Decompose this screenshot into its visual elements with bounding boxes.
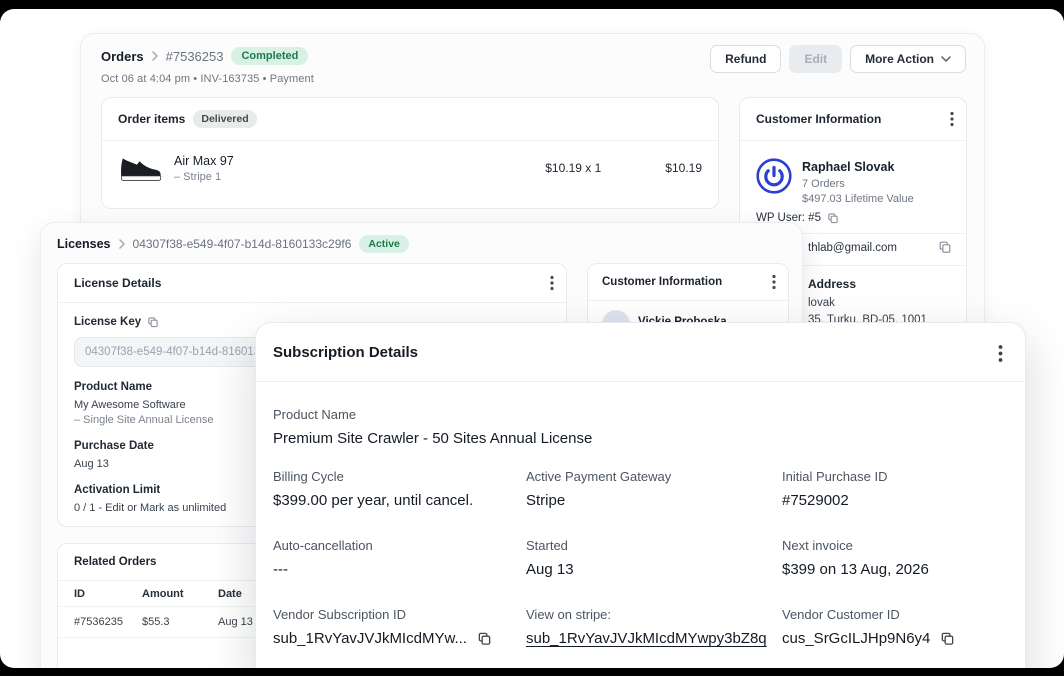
copy-icon[interactable] bbox=[827, 212, 839, 224]
breadcrumb-license-key: 04307f38-e549-4f07-b14d-8160133c29f6 bbox=[133, 237, 352, 251]
field-started: Started Aug 13 bbox=[526, 538, 782, 578]
refund-button[interactable]: Refund bbox=[710, 45, 781, 73]
subscription-header: Subscription Details bbox=[256, 323, 1025, 381]
field-vendor-customer-id: Vendor Customer ID cus_SrGcILJHp9N6y4 bbox=[782, 607, 1008, 647]
license-key-label-row: License Key bbox=[74, 316, 159, 328]
purchase-date-value: Aug 13 bbox=[74, 458, 109, 470]
field-value: #7529002 bbox=[782, 492, 1008, 509]
item-total: $10.19 bbox=[665, 161, 702, 175]
customer-info-title: Customer Information bbox=[756, 112, 881, 126]
chevron-right-icon bbox=[119, 239, 125, 249]
license-key-label: License Key bbox=[74, 316, 141, 328]
order-meta: Oct 06 at 4:04 pm • INV-163735 • Payment bbox=[101, 73, 314, 85]
field-auto-cancellation: Auto-cancellation --- bbox=[273, 538, 526, 578]
product-variant-value: – Single Site Annual License bbox=[74, 414, 213, 426]
license-status-badge: Active bbox=[359, 235, 409, 253]
license-customer-title: Customer Information bbox=[602, 276, 722, 288]
kebab-menu-icon[interactable] bbox=[998, 344, 1003, 363]
vendor-subscription-id-value: sub_1RvYavJVJkMIcdMYw... bbox=[273, 630, 467, 647]
purchase-date-label: Purchase Date bbox=[74, 440, 154, 452]
order-items-title: Order items bbox=[118, 112, 185, 126]
field-initial-purchase-id: Initial Purchase ID #7529002 bbox=[782, 469, 1008, 509]
field-value: Aug 13 bbox=[526, 561, 782, 578]
stripe-subscription-link[interactable]: sub_1RvYavJVJkMIcdMYwpy3bZ8q bbox=[526, 630, 767, 647]
customer-info-header: Customer Information bbox=[740, 98, 966, 141]
item-price-qty: $10.19 x 1 bbox=[545, 161, 601, 175]
product-name: Air Max 97 bbox=[174, 154, 234, 168]
field-label: View on stripe: bbox=[526, 607, 782, 622]
product-name-label: Product Name bbox=[74, 381, 152, 393]
field-value: Stripe bbox=[526, 492, 782, 509]
more-action-button[interactable]: More Action bbox=[850, 45, 966, 73]
field-label: Vendor Subscription ID bbox=[273, 607, 526, 622]
vendor-customer-id-value: cus_SrGcILJHp9N6y4 bbox=[782, 630, 930, 647]
copy-customer-id-icon[interactable] bbox=[940, 631, 955, 646]
licenses-breadcrumb: Licenses 04307f38-e549-4f07-b14d-8160133… bbox=[57, 235, 409, 253]
field-label: Initial Purchase ID bbox=[782, 469, 1008, 484]
license-details-header: License Details bbox=[58, 264, 566, 303]
customer-lifetime-value: $497.03 Lifetime Value bbox=[802, 193, 914, 205]
field-vendor-subscription-id: Vendor Subscription ID sub_1RvYavJVJkMIc… bbox=[273, 607, 526, 647]
related-orders-title: Related Orders bbox=[74, 556, 156, 568]
orders-breadcrumb: Orders #7536253 Completed bbox=[101, 47, 308, 65]
delivered-badge: Delivered bbox=[193, 110, 256, 128]
address-title: Address bbox=[808, 277, 856, 291]
more-action-label: More Action bbox=[865, 52, 934, 66]
field-label: Started bbox=[526, 538, 782, 553]
activation-limit-label: Activation Limit bbox=[74, 484, 160, 496]
field-label: Next invoice bbox=[782, 538, 1008, 553]
chevron-down-icon bbox=[941, 56, 951, 62]
subscription-fields-grid: Billing Cycle $399.00 per year, until ca… bbox=[273, 469, 1008, 647]
chevron-right-icon bbox=[152, 51, 158, 61]
customer-avatar-power-logo bbox=[756, 158, 792, 199]
edit-button[interactable]: Edit bbox=[789, 45, 842, 73]
field-view-on-stripe: View on stripe: sub_1RvYavJVJkMIcdMYwpy3… bbox=[526, 607, 782, 647]
divider bbox=[256, 381, 1025, 382]
kebab-menu-icon[interactable] bbox=[950, 111, 954, 127]
breadcrumb-orders[interactable]: Orders bbox=[101, 49, 144, 64]
field-label: Billing Cycle bbox=[273, 469, 526, 484]
breadcrumb-licenses[interactable]: Licenses bbox=[57, 237, 111, 251]
customer-email: thlab@gmail.com bbox=[808, 242, 897, 254]
field-value: --- bbox=[273, 561, 526, 578]
subscription-product-value: Premium Site Crawler - 50 Sites Annual L… bbox=[273, 430, 592, 447]
kebab-menu-icon[interactable] bbox=[772, 274, 776, 290]
customer-orders-count: 7 Orders bbox=[802, 178, 845, 190]
breadcrumb-order-id: #7536253 bbox=[166, 49, 224, 64]
order-items-card: Order items Delivered Air Max 97 – Strip… bbox=[101, 97, 719, 209]
field-label: Auto-cancellation bbox=[273, 538, 526, 553]
order-status-badge: Completed bbox=[231, 47, 308, 65]
field-label: Vendor Customer ID bbox=[782, 607, 1008, 622]
address-line-1: lovak bbox=[808, 297, 835, 309]
subscription-title: Subscription Details bbox=[273, 344, 418, 361]
copy-email-icon[interactable] bbox=[938, 240, 952, 254]
screen-viewport: Orders #7536253 Completed Oct 06 at 4:04… bbox=[0, 9, 1064, 668]
related-order-amount: $55.3 bbox=[142, 616, 218, 628]
field-payment-gateway: Active Payment Gateway Stripe bbox=[526, 469, 782, 509]
related-order-id: #7536235 bbox=[74, 616, 142, 628]
license-details-title: License Details bbox=[74, 276, 161, 290]
field-label: Active Payment Gateway bbox=[526, 469, 782, 484]
copy-license-key-icon[interactable] bbox=[147, 316, 159, 328]
field-value: $399.00 per year, until cancel. bbox=[273, 492, 526, 509]
product-variant: – Stripe 1 bbox=[174, 171, 234, 183]
license-customer-header: Customer Information bbox=[588, 264, 788, 301]
field-value: $399 on 13 Aug, 2026 bbox=[782, 561, 1008, 578]
subscription-product-label: Product Name bbox=[273, 407, 592, 422]
order-actions: Refund Edit More Action bbox=[710, 45, 966, 73]
customer-name: Raphael Slovak bbox=[802, 160, 894, 174]
subscription-product-block: Product Name Premium Site Crawler - 50 S… bbox=[273, 407, 592, 447]
field-billing-cycle: Billing Cycle $399.00 per year, until ca… bbox=[273, 469, 526, 509]
kebab-menu-icon[interactable] bbox=[550, 275, 554, 291]
copy-subscription-id-icon[interactable] bbox=[477, 631, 492, 646]
subscription-details-card: Subscription Details Product Name Premiu… bbox=[255, 322, 1026, 668]
column-id: ID bbox=[74, 588, 142, 600]
column-amount: Amount bbox=[142, 588, 218, 600]
sneaker-icon bbox=[118, 153, 162, 183]
activation-limit-value[interactable]: 0 / 1 - Edit or Mark as unlimited bbox=[74, 502, 226, 514]
order-items-header: Order items Delivered bbox=[102, 98, 718, 141]
product-name-value: My Awesome Software bbox=[74, 399, 186, 411]
order-item-row[interactable]: Air Max 97 – Stripe 1 $10.19 x 1 $10.19 bbox=[102, 141, 718, 195]
field-next-invoice: Next invoice $399 on 13 Aug, 2026 bbox=[782, 538, 1008, 578]
